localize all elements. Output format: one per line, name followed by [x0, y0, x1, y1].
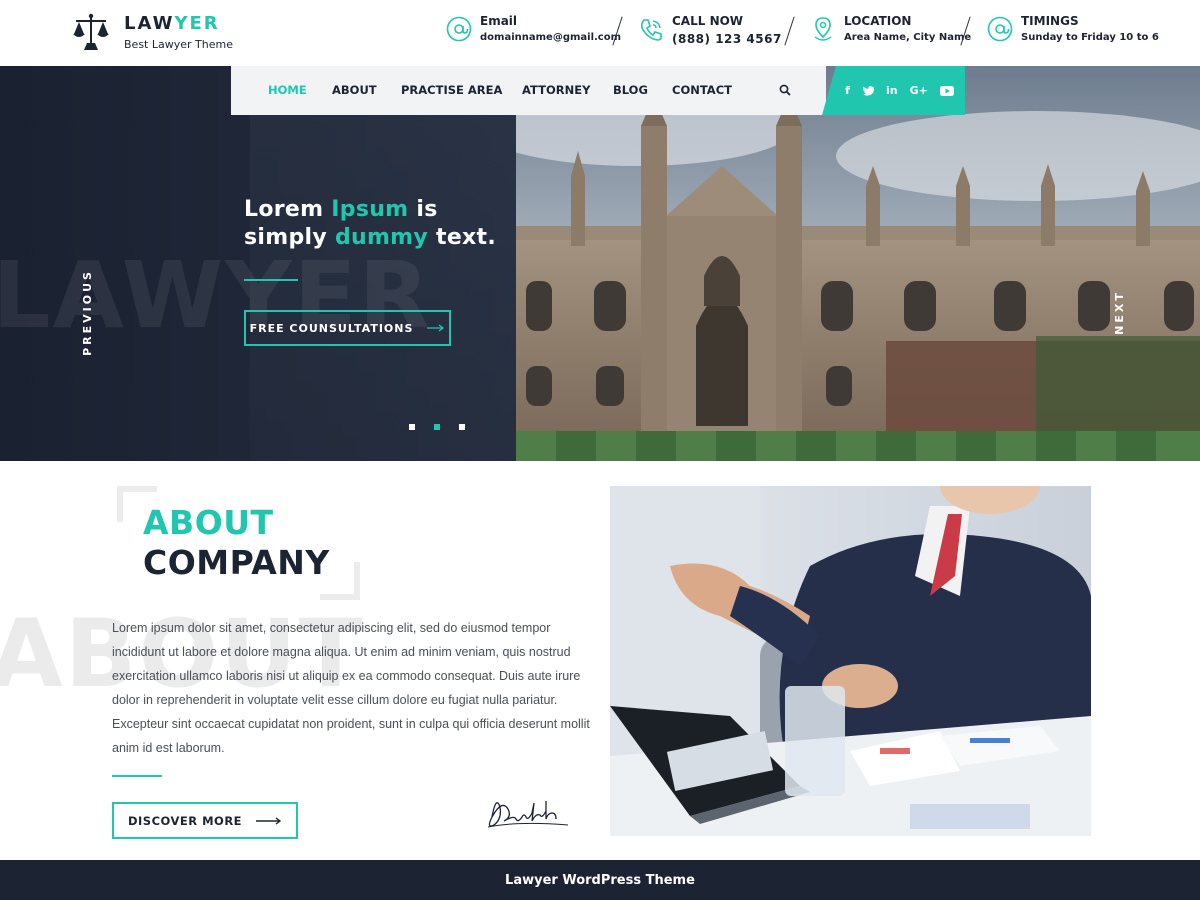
google-plus-icon[interactable]: G+: [910, 84, 928, 97]
about-body: Lorem ipsum dolor sit amet, consectetur …: [112, 621, 590, 755]
phone-icon: [640, 19, 662, 41]
hero-building-image: [516, 66, 1200, 461]
main-nav: HOME ABOUT PRACTISE AREA ATTORNEY BLOG C…: [231, 66, 826, 115]
location-label: LOCATION: [844, 14, 912, 28]
youtube-icon[interactable]: [939, 85, 954, 96]
nav-about[interactable]: ABOUT: [332, 83, 377, 97]
about-accent-rule: [112, 775, 162, 777]
timings-label: TIMINGS: [1021, 14, 1079, 28]
brand-tagline: Best Lawyer Theme: [124, 37, 233, 51]
nav-attorney[interactable]: ATTORNEY: [522, 83, 590, 97]
site-footer: Lawyer WordPress Theme: [0, 860, 1200, 900]
brand-name: LAWYER: [124, 12, 220, 34]
slider-dots: [409, 424, 465, 430]
divider: [784, 16, 795, 46]
footer-text: Lawyer WordPress Theme: [505, 872, 695, 888]
phone-value[interactable]: (888) 123 4567: [672, 32, 782, 46]
top-header: LAWYER Best Lawyer Theme Email domainnam…: [0, 0, 1200, 66]
slider-dot[interactable]: [459, 424, 465, 430]
search-icon[interactable]: [779, 84, 791, 96]
arrow-right-icon: [427, 324, 445, 332]
location-pin-icon: [814, 16, 832, 41]
arrow-right-icon: [256, 816, 282, 825]
nav-contact[interactable]: CONTACT: [672, 83, 732, 97]
contact-phone: CALL NOW (888) 123 4567: [638, 14, 782, 46]
about-title-accent: ABOUT: [143, 503, 274, 542]
timings-value: Sunday to Friday 10 to 6: [1021, 32, 1159, 43]
nav-practise-area[interactable]: PRACTISE AREA: [401, 83, 502, 97]
slider-previous[interactable]: PREVIOUS: [81, 269, 94, 356]
slider-dot-active[interactable]: [434, 424, 440, 430]
contact-email: Email domainname@gmail.com: [446, 14, 621, 43]
about-lawyer-image: [610, 486, 1091, 836]
discover-more-button[interactable]: DISCOVER MORE: [112, 802, 298, 839]
slider-next[interactable]: NEXT: [1113, 290, 1126, 335]
contact-location: LOCATION Area Name, City Name: [810, 14, 971, 43]
slider-dot[interactable]: [409, 424, 415, 430]
location-value: Area Name, City Name: [844, 32, 972, 43]
nav-home[interactable]: HOME: [268, 83, 307, 97]
nav-blog[interactable]: BLOG: [613, 83, 648, 97]
about-title: COMPANY: [143, 543, 330, 582]
hero-accent-rule: [244, 279, 298, 281]
at-icon: [446, 16, 472, 41]
signature-image: [487, 801, 569, 828]
facebook-icon[interactable]: f: [845, 84, 850, 97]
hero-slider: LAWYER PREVIOUS NEXT Lorem Ipsum is simp…: [0, 66, 1200, 461]
social-links: f in G+: [822, 66, 965, 115]
phone-label: CALL NOW: [672, 14, 744, 28]
hero-headline: Lorem Ipsum is simply dummy text.: [244, 197, 497, 250]
at-icon: [987, 16, 1013, 41]
email-value[interactable]: domainname@gmail.com: [480, 32, 621, 43]
scales-of-justice-icon: [73, 13, 109, 50]
twitter-icon[interactable]: [862, 85, 874, 96]
free-consultations-button[interactable]: FREE COUNSULTATIONS: [244, 310, 451, 346]
email-label: Email: [480, 14, 518, 28]
site-logo[interactable]: LAWYER Best Lawyer Theme: [72, 12, 233, 52]
contact-timings: TIMINGS Sunday to Friday 10 to 6: [987, 14, 1159, 43]
linkedin-icon[interactable]: in: [886, 84, 898, 97]
